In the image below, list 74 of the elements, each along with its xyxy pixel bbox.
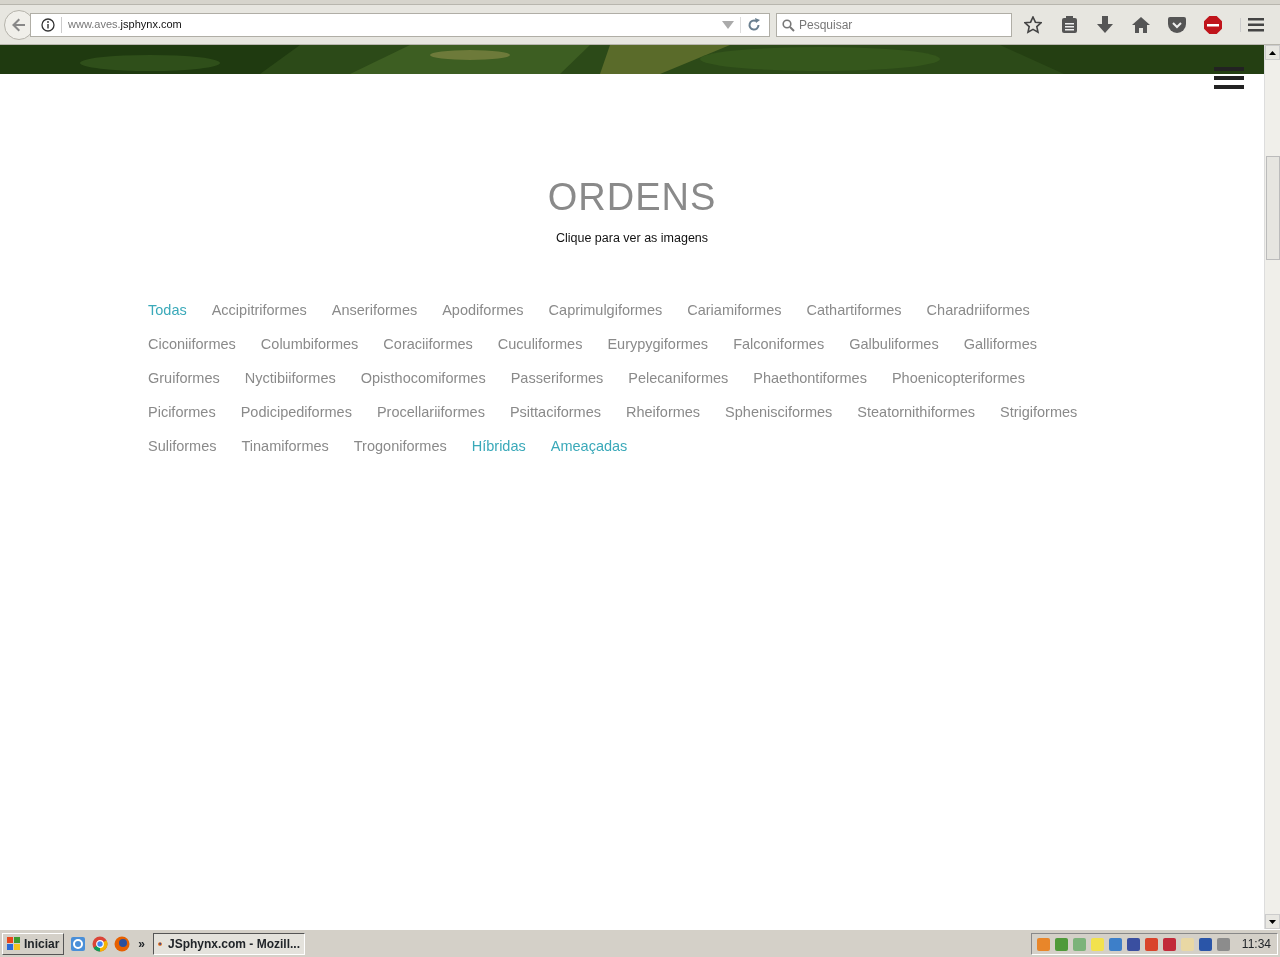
- tray-icon[interactable]: [1215, 936, 1231, 952]
- filter-link[interactable]: Strigiformes: [999, 395, 1078, 429]
- start-label: Iniciar: [24, 936, 60, 953]
- page-title: ORDENS: [547, 178, 717, 216]
- filter-link[interactable]: Todas: [148, 293, 187, 327]
- filter-link[interactable]: Ameaçadas: [550, 429, 628, 463]
- filter-link[interactable]: Ciconiiformes: [148, 327, 236, 361]
- filter-link[interactable]: Charadriiformes: [926, 293, 1030, 327]
- filter-link[interactable]: Gruiformes: [148, 361, 220, 395]
- filter-link[interactable]: Suliformes: [148, 429, 217, 463]
- filter-link[interactable]: Accipitriformes: [211, 293, 307, 327]
- reload-icon[interactable]: [747, 17, 761, 32]
- overflow-chevron[interactable]: »: [138, 935, 146, 953]
- filter-link[interactable]: Phoenicopteriformes: [891, 361, 1025, 395]
- clock: 11:34: [1241, 936, 1271, 953]
- filter-link[interactable]: Galliformes: [963, 327, 1037, 361]
- filter-link[interactable]: Piciformes: [148, 395, 216, 429]
- filter-link[interactable]: Steatornithiformes: [857, 395, 975, 429]
- scrollbar-thumb[interactable]: [1266, 156, 1280, 260]
- tray-icon[interactable]: [1143, 936, 1159, 952]
- pocket-icon[interactable]: [1168, 16, 1186, 33]
- windows-logo-icon: [7, 937, 21, 951]
- info-icon[interactable]: [41, 17, 55, 32]
- url-subdomain: www.aves.: [68, 18, 121, 31]
- tray-icon[interactable]: [1125, 936, 1141, 952]
- filter-link[interactable]: Tinamiformes: [241, 429, 329, 463]
- down-arrow-icon: [1269, 919, 1276, 924]
- filter-link[interactable]: Columbiformes: [260, 327, 359, 361]
- filter-link[interactable]: Pelecaniformes: [628, 361, 729, 395]
- filter-link[interactable]: Apodiformes: [442, 293, 524, 327]
- filter-link[interactable]: Sphenisciformes: [725, 395, 833, 429]
- clipboard-icon[interactable]: [1061, 16, 1077, 33]
- dropdown-icon[interactable]: [722, 20, 734, 29]
- chrome-icon[interactable]: [92, 936, 109, 952]
- star-icon[interactable]: [1024, 15, 1042, 34]
- filter-link[interactable]: Cariamiformes: [687, 293, 782, 327]
- start-button[interactable]: Iniciar: [2, 933, 65, 955]
- filter-link[interactable]: Falconiformes: [733, 327, 825, 361]
- url-domain: jsphynx.com: [120, 18, 182, 31]
- tray-icon[interactable]: [1053, 936, 1069, 952]
- menu-icon[interactable]: [1214, 67, 1244, 89]
- filter-link[interactable]: Anseriformes: [331, 293, 418, 327]
- filter-link[interactable]: Galbuliformes: [849, 327, 939, 361]
- filter-link[interactable]: Procellariiformes: [376, 395, 485, 429]
- taskbar-button-label: JSphynx.com - Mozill...: [168, 936, 301, 953]
- filter-link[interactable]: Caprimulgiformes: [548, 293, 663, 327]
- filter-link[interactable]: Nyctibiiformes: [244, 361, 336, 395]
- filter-link[interactable]: Phaethontiformes: [753, 361, 867, 395]
- filter-link[interactable]: Coraciiformes: [383, 327, 473, 361]
- up-arrow-icon: [1269, 50, 1276, 55]
- tray-icon[interactable]: [1161, 936, 1177, 952]
- back-arrow-icon: [11, 16, 27, 33]
- filter-link[interactable]: Híbridas: [471, 429, 526, 463]
- scroll-up-button[interactable]: [1265, 45, 1280, 60]
- menu-icon[interactable]: [1247, 17, 1264, 32]
- download-icon[interactable]: [1097, 15, 1113, 34]
- scroll-down-button[interactable]: [1265, 914, 1280, 929]
- tray-icon[interactable]: [1107, 936, 1123, 952]
- filter-link[interactable]: Psittaciformes: [509, 395, 601, 429]
- filter-link[interactable]: Trogoniformes: [353, 429, 447, 463]
- ie-icon[interactable]: [70, 936, 87, 952]
- page-subtitle: Clique para ver as imagens: [555, 230, 709, 247]
- filter-link[interactable]: Rheiformes: [625, 395, 701, 429]
- filter-link[interactable]: Opisthocomiformes: [360, 361, 486, 395]
- filter-link[interactable]: Eurypygiformes: [607, 327, 709, 361]
- filter-link[interactable]: Passeriformes: [510, 361, 604, 395]
- taskbar-button[interactable]: JSphynx.com - Mozill...: [153, 933, 306, 955]
- address-bar[interactable]: www.aves.jsphynx.com: [30, 12, 770, 37]
- filter-link[interactable]: Podicipediformes: [240, 395, 352, 429]
- home-icon[interactable]: [1132, 16, 1150, 33]
- tray-icon[interactable]: [1197, 936, 1213, 952]
- filter-link[interactable]: Cuculiformes: [497, 327, 583, 361]
- filter-link[interactable]: Cathartiformes: [806, 293, 902, 327]
- search-field[interactable]: Pesquisar: [776, 12, 1012, 37]
